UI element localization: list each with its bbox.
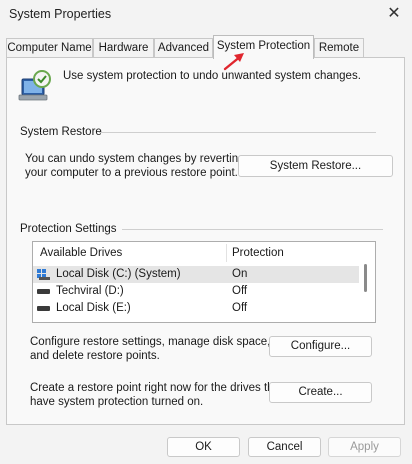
title-bar: System Properties ✕ <box>0 0 412 30</box>
drive-name: Local Disk (C:) (System) <box>56 268 181 280</box>
system-drive-icon <box>37 269 50 280</box>
drive-icon <box>37 306 50 311</box>
drive-name: Local Disk (E:) <box>56 302 131 314</box>
tab-hardware[interactable]: Hardware <box>93 38 154 58</box>
column-divider <box>226 244 227 262</box>
drive-protection: On <box>232 268 248 280</box>
system-restore-description-line1: You can undo system changes by reverting <box>25 153 245 165</box>
intro-text: Use system protection to undo unwanted s… <box>63 70 361 82</box>
tab-computer-name[interactable]: Computer Name <box>6 38 93 58</box>
configure-button[interactable]: Configure... <box>269 336 372 357</box>
system-restore-button[interactable]: System Restore... <box>238 155 393 177</box>
drive-protection: Off <box>232 302 248 314</box>
ok-button[interactable]: OK <box>167 437 240 457</box>
divider <box>122 229 383 230</box>
protection-settings-group-label: Protection Settings <box>20 223 117 235</box>
drives-list[interactable]: Available Drives Protection Local Disk (… <box>32 241 376 323</box>
annotation-arrow-icon <box>223 53 244 71</box>
window-title: System Properties <box>9 7 112 21</box>
table-row[interactable]: Local Disk (C:) (System) On <box>33 266 359 283</box>
tab-advanced[interactable]: Advanced <box>154 38 213 58</box>
system-protection-panel: Use system protection to undo unwanted s… <box>6 57 405 425</box>
system-restore-group-label: System Restore <box>20 126 102 138</box>
create-description-line2: have system protection turned on. <box>30 396 204 408</box>
scrollbar-thumb[interactable] <box>364 264 367 292</box>
create-description-line1: Create a restore point right now for the… <box>30 382 284 394</box>
drive-name: Techviral (D:) <box>56 285 124 297</box>
computer-shield-icon <box>18 70 51 101</box>
close-icon[interactable]: ✕ <box>383 4 405 24</box>
apply-button[interactable]: Apply <box>328 437 401 457</box>
configure-description-line2: and delete restore points. <box>30 350 160 362</box>
drive-protection: Off <box>232 285 248 297</box>
cancel-button[interactable]: Cancel <box>248 437 321 457</box>
column-header-protection[interactable]: Protection <box>232 242 284 264</box>
drive-icon <box>37 289 50 294</box>
configure-description-line1: Configure restore settings, manage disk … <box>30 336 271 348</box>
table-row[interactable]: Techviral (D:) Off <box>33 283 359 300</box>
divider <box>99 132 376 133</box>
column-header-available-drives[interactable]: Available Drives <box>40 242 122 264</box>
table-row[interactable]: Local Disk (E:) Off <box>33 300 359 317</box>
create-button[interactable]: Create... <box>269 382 372 403</box>
system-restore-description-line2: your computer to a previous restore poin… <box>25 167 238 179</box>
tab-remote[interactable]: Remote <box>314 38 364 58</box>
